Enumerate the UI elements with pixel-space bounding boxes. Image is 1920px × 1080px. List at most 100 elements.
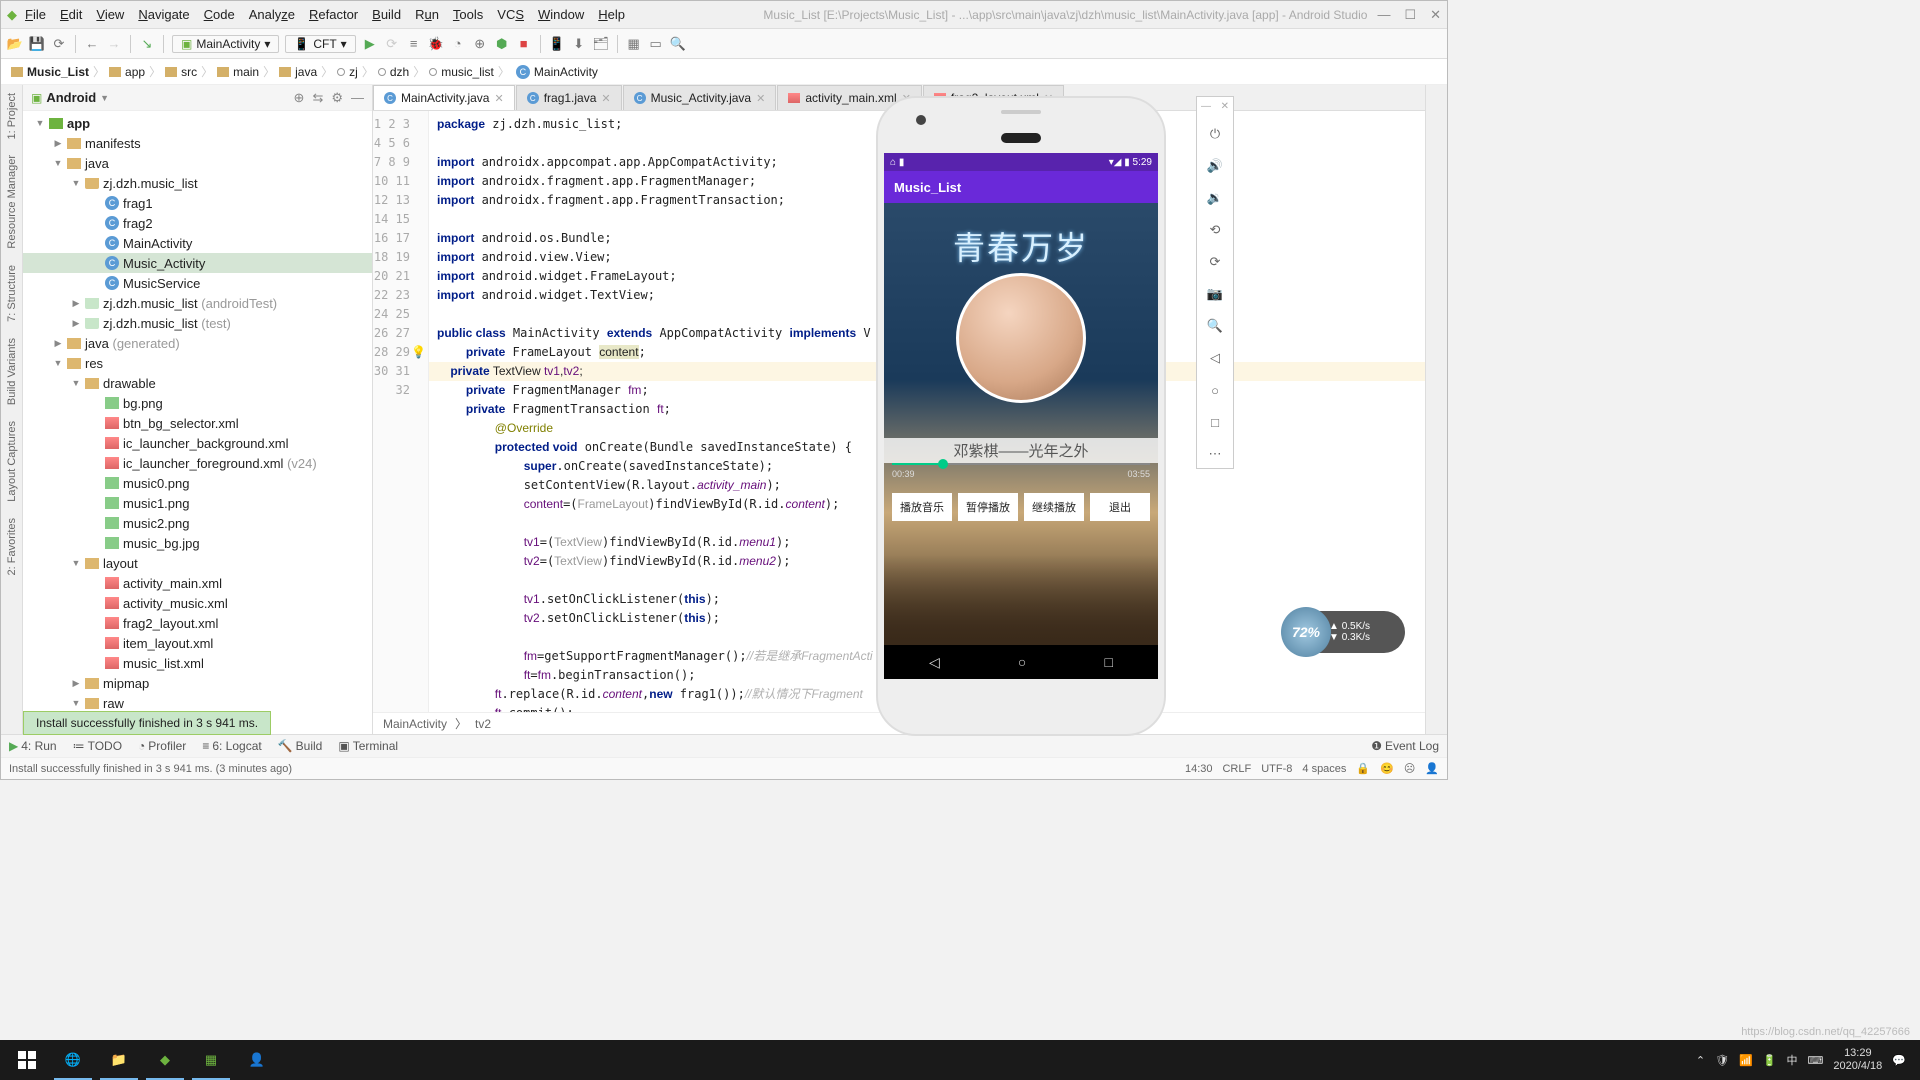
tree-drawable[interactable]: ▼drawable [23,373,372,393]
menu-build[interactable]: Build [372,7,401,22]
rail-structure[interactable]: 7: Structure [6,257,18,330]
back-icon[interactable]: ◁ [1205,348,1225,368]
nav-recents-icon[interactable]: □ [1104,654,1112,670]
profile-icon[interactable]: ◔ [450,36,466,52]
avd-icon[interactable]: 📱 [549,36,565,52]
volume-up-icon[interactable]: 🔊 [1205,156,1225,176]
rail-captures[interactable]: Layout Captures [6,413,18,510]
tree-l1[interactable]: activity_main.xml [23,573,372,593]
tree-app[interactable]: ▼app [23,113,372,133]
save-icon[interactable]: 💾 [29,36,45,52]
home-icon[interactable]: ○ [1205,380,1225,400]
sdk-icon[interactable]: ⬇ [571,36,587,52]
menu-analyze[interactable]: Analyze [249,7,295,22]
tab-frag1[interactable]: Cfrag1.java✕ [516,85,622,110]
exit-button[interactable]: 退出 [1090,493,1150,521]
nav-back-icon[interactable]: ◁ [929,654,940,671]
tree-test2[interactable]: ▶zj.dzh.music_list (test) [23,313,372,333]
tray-up-icon[interactable]: ⌃ [1696,1054,1705,1067]
task-android-studio[interactable]: ◆ [142,1040,188,1080]
task-avatar[interactable]: 👤 [234,1040,280,1080]
tree-musicsvc[interactable]: CMusicService [23,273,372,293]
hide-icon[interactable]: — [351,90,364,106]
status-encoding[interactable]: UTF-8 [1261,763,1292,775]
tree-l3[interactable]: frag2_layout.xml [23,613,372,633]
menu-tools[interactable]: Tools [453,7,483,22]
menu-vcs[interactable]: VCS [497,7,524,22]
tray-clock[interactable]: 13:292020/4/18 [1833,1047,1882,1073]
menu-navigate[interactable]: Navigate [138,7,189,22]
target-icon[interactable]: ⊕ [294,90,305,106]
tab-musicactivity[interactable]: CMusic_Activity.java✕ [623,85,777,110]
forward-icon[interactable]: → [106,36,122,52]
bc-pkg[interactable]: music_list [429,65,494,79]
rail-build-variants[interactable]: Build Variants [6,330,18,413]
tree-res[interactable]: ▼res [23,353,372,373]
bottom-todo[interactable]: ≔ TODO [73,739,122,753]
status-indent[interactable]: 4 spaces [1302,763,1346,775]
people-icon[interactable]: 👤 [1425,762,1439,775]
search-icon[interactable]: 🔍 [670,36,686,52]
bottom-eventlog[interactable]: ❶ Event Log [1371,739,1439,753]
menu-run[interactable]: Run [415,7,439,22]
menu-window[interactable]: Window [538,7,584,22]
tray-security-icon[interactable]: 🛡 [1715,1054,1729,1067]
task-app[interactable]: ▦ [188,1040,234,1080]
tree-m1[interactable]: music1.png [23,493,372,513]
tree-btn[interactable]: btn_bg_selector.xml [23,413,372,433]
run-icon[interactable]: ▶ [362,36,378,52]
bc-src[interactable]: src [165,65,197,79]
tray-battery-icon[interactable]: 🔋 [1763,1054,1777,1067]
task-explorer[interactable]: 📁 [96,1040,142,1080]
tree-musicact[interactable]: CMusic_Activity [23,253,372,273]
tray-ime-icon[interactable]: 中 [1786,1052,1797,1068]
bc-zj[interactable]: zj [337,65,358,79]
rotate-left-icon[interactable]: ⟲ [1205,220,1225,240]
android-icon[interactable]: ⬢ [494,36,510,52]
device-select[interactable]: 📱CFT ▾ [285,35,355,53]
tree-l5[interactable]: music_list.xml [23,653,372,673]
menu-edit[interactable]: Edit [60,7,82,22]
tree-mbg[interactable]: music_bg.jpg [23,533,372,553]
tree-frag1[interactable]: Cfrag1 [23,193,372,213]
tree-layout[interactable]: ▼layout [23,553,372,573]
bc-root[interactable]: Music_List [11,65,89,79]
debug-icon[interactable]: 🐞 [428,36,444,52]
close-tab-icon[interactable]: ✕ [494,92,503,105]
back-icon[interactable]: ← [84,36,100,52]
smile-icon[interactable]: 😊 [1380,762,1394,775]
tree-m2[interactable]: music2.png [23,513,372,533]
emulator-screen[interactable]: ⌂ ▮▾◢ ▮ 5:29 Music_List 青春万岁 邓紫棋——光年之外 0… [884,153,1158,679]
make-icon[interactable]: ↘ [139,36,155,52]
tree-mainact[interactable]: CMainActivity [23,233,372,253]
tree-mipmap[interactable]: ▶mipmap [23,673,372,693]
lightbulb-icon[interactable]: 💡 [411,343,426,362]
nav-home-icon[interactable]: ○ [1018,654,1026,670]
rail-favorites[interactable]: 2: Favorites [6,510,18,583]
emu-close-icon[interactable]: ✕ [1221,101,1229,112]
tab-mainactivity[interactable]: CMainActivity.java✕ [373,85,515,110]
tree-manifests[interactable]: ▶manifests [23,133,372,153]
bottom-build[interactable]: 🔨 Build [278,739,323,753]
more-icon[interactable]: ⋯ [1205,444,1225,464]
run-config-select[interactable]: ▣MainActivity ▾ [172,35,279,53]
tree-frag2[interactable]: Cfrag2 [23,213,372,233]
tree-l2[interactable]: activity_music.xml [23,593,372,613]
tree-bg[interactable]: bg.png [23,393,372,413]
bc-app[interactable]: app [109,65,145,79]
sad-icon[interactable]: ☹ [1404,762,1415,775]
tree-icfg[interactable]: ic_launcher_foreground.xml (v24) [23,453,372,473]
bc-dzh[interactable]: dzh [378,65,409,79]
bottom-profiler[interactable]: ◔ Profiler [138,739,186,753]
progress-bar[interactable]: 00:3903:55 [892,463,1150,479]
overview-icon[interactable]: □ [1205,412,1225,432]
bc-java[interactable]: java [279,65,317,79]
lock-icon[interactable]: 🔒 [1356,762,1370,775]
volume-down-icon[interactable]: 🔉 [1205,188,1225,208]
sync-icon[interactable]: ⟳ [51,36,67,52]
menu-view[interactable]: View [96,7,124,22]
rail-resource[interactable]: Resource Manager [6,147,18,257]
layout-icon[interactable]: ▦ [626,36,642,52]
resume-button[interactable]: 继续播放 [1024,493,1084,521]
tray-wifi-icon[interactable]: 📶 [1739,1054,1753,1067]
